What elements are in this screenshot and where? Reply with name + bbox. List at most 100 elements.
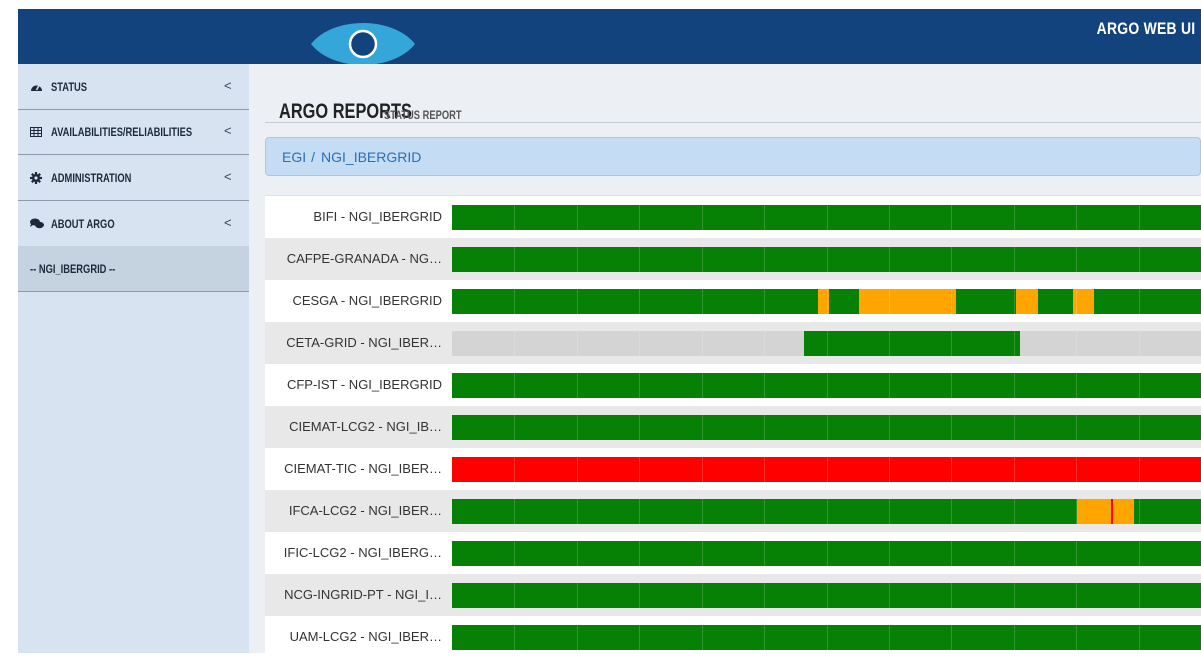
timeline-row: CFP-IST - NGI_IBERGRID: [265, 364, 1201, 406]
timeline-gridline: [827, 541, 828, 566]
status-segment-unknown[interactable]: [452, 331, 804, 356]
status-segment-ok[interactable]: [1094, 289, 1201, 314]
timeline-gridline: [1076, 373, 1077, 398]
timeline-gridline: [889, 289, 890, 314]
timeline-row: CIEMAT-TIC - NGI_IBER…: [265, 448, 1201, 490]
status-bar[interactable]: [452, 541, 1201, 566]
timeline-gridline: [889, 205, 890, 230]
chevron-left-icon[interactable]: <: [224, 215, 232, 230]
timeline-gridline: [951, 457, 952, 482]
timeline-gridline: [577, 415, 578, 440]
endpoint-name-link[interactable]: IFCA-LCG2 - NGI_IBER…: [265, 490, 442, 532]
timeline-gridline: [889, 457, 890, 482]
nav-status[interactable]: STATUS <: [18, 64, 249, 110]
status-bar[interactable]: [452, 499, 1201, 524]
timeline-row: UAM-LCG2 - NGI_IBER…: [265, 616, 1201, 658]
timeline-gridline: [827, 583, 828, 608]
endpoint-name-link[interactable]: CETA-GRID - NGI_IBER…: [265, 322, 442, 364]
status-bar[interactable]: [452, 331, 1201, 356]
timeline-gridline: [639, 499, 640, 524]
timeline-gridline: [1014, 415, 1015, 440]
timeline-gridline: [514, 583, 515, 608]
timeline-gridline: [1014, 583, 1015, 608]
status-segment-warning[interactable]: [1077, 499, 1111, 524]
timeline-gridline: [889, 625, 890, 650]
timeline-row: NCG-INGRID-PT - NGI_I…: [265, 574, 1201, 616]
status-bar[interactable]: [452, 415, 1201, 440]
timeline-gridline: [514, 625, 515, 650]
status-segment-warning[interactable]: [1113, 499, 1134, 524]
chevron-left-icon[interactable]: <: [224, 78, 232, 93]
status-segment-ok[interactable]: [1038, 289, 1073, 314]
page-subtitle: STATUS REPORT: [384, 108, 462, 122]
timeline-gridline: [951, 289, 952, 314]
timeline-gridline: [1139, 247, 1140, 272]
timeline-gridline: [1076, 457, 1077, 482]
status-segment-warning[interactable]: [859, 289, 956, 314]
endpoint-name-link[interactable]: CIEMAT-TIC - NGI_IBER…: [265, 448, 442, 490]
timeline-gridline: [1076, 247, 1077, 272]
timeline-gridline: [514, 373, 515, 398]
status-segment-unknown[interactable]: [1020, 331, 1201, 356]
status-segment-ok[interactable]: [829, 289, 859, 314]
endpoint-name-link[interactable]: CIEMAT-LCG2 - NGI_IB…: [265, 406, 442, 448]
status-bar[interactable]: [452, 583, 1201, 608]
endpoint-name-link[interactable]: NCG-INGRID-PT - NGI_I…: [265, 574, 442, 616]
timeline-gridline: [951, 331, 952, 356]
chevron-left-icon[interactable]: <: [224, 169, 232, 184]
status-bar[interactable]: [452, 373, 1201, 398]
timeline-gridline: [764, 415, 765, 440]
nav-group-ngi-ibergrid[interactable]: -- NGI_IBERGRID --: [18, 246, 249, 292]
timeline-gridline: [827, 289, 828, 314]
timeline-gridline: [1139, 331, 1140, 356]
timeline-gridline: [639, 289, 640, 314]
endpoint-name-link[interactable]: CFP-IST - NGI_IBERGRID: [265, 364, 442, 406]
endpoint-name-link[interactable]: IFIC-LCG2 - NGI_IBERG…: [265, 532, 442, 574]
nav-administration[interactable]: ADMINISTRATION <: [18, 155, 249, 201]
timeline-gridline: [514, 205, 515, 230]
timeline-gridline: [764, 499, 765, 524]
timeline-gridline: [702, 625, 703, 650]
timeline-row: CIEMAT-LCG2 - NGI_IB…: [265, 406, 1201, 448]
chevron-left-icon[interactable]: <: [224, 123, 232, 138]
timeline-gridline: [577, 205, 578, 230]
dashboard-icon: [30, 81, 44, 92]
timeline-gridline: [827, 499, 828, 524]
endpoint-name-link[interactable]: CESGA - NGI_IBERGRID: [265, 280, 442, 322]
status-bar[interactable]: [452, 625, 1201, 650]
timeline-gridline: [514, 415, 515, 440]
timeline-gridline: [827, 457, 828, 482]
timeline-gridline: [1076, 331, 1077, 356]
endpoint-name-link[interactable]: BIFI - NGI_IBERGRID: [265, 196, 442, 238]
timeline-gridline: [951, 415, 952, 440]
timeline-gridline: [639, 457, 640, 482]
timeline-gridline: [889, 247, 890, 272]
table-icon: [30, 126, 44, 137]
status-bar[interactable]: [452, 205, 1201, 230]
timeline-gridline: [577, 457, 578, 482]
timeline-gridline: [702, 457, 703, 482]
timeline-gridline: [577, 331, 578, 356]
timeline-gridline: [702, 205, 703, 230]
status-bar[interactable]: [452, 247, 1201, 272]
status-segment-warning[interactable]: [1016, 289, 1038, 314]
timeline-gridline: [889, 415, 890, 440]
endpoint-name-link[interactable]: UAM-LCG2 - NGI_IBER…: [265, 616, 442, 658]
timeline-gridline: [1139, 541, 1140, 566]
status-bar[interactable]: [452, 457, 1201, 482]
breadcrumb-root-link[interactable]: EGI: [282, 149, 306, 165]
timeline-gridline: [514, 289, 515, 314]
status-bar[interactable]: [452, 289, 1201, 314]
timeline-gridline: [1014, 289, 1015, 314]
timeline-gridline: [764, 541, 765, 566]
timeline-gridline: [702, 415, 703, 440]
app-brand[interactable]: ARGO WEB UI: [1096, 19, 1195, 39]
breadcrumb-current[interactable]: NGI_IBERGRID: [321, 149, 421, 165]
endpoint-name-link[interactable]: CAFPE-GRANADA - NG…: [265, 238, 442, 280]
status-segment-ok[interactable]: [804, 331, 1020, 356]
timeline-gridline: [577, 541, 578, 566]
status-segment-ok[interactable]: [956, 289, 1016, 314]
nav-about-argo[interactable]: ABOUT ARGO <: [18, 201, 249, 247]
status-segment-ok[interactable]: [1134, 499, 1201, 524]
nav-availabilities[interactable]: AVAILABILITIES/RELIABILITIES <: [18, 109, 249, 155]
